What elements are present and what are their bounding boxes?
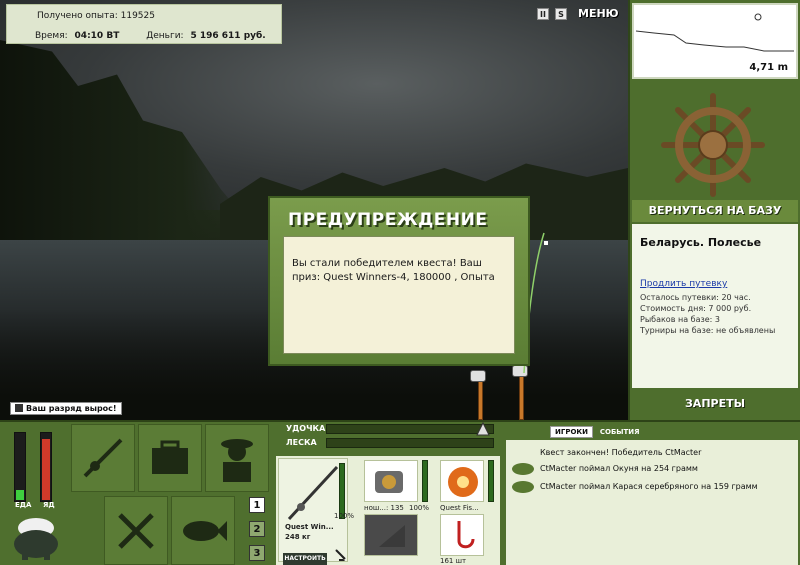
tune-button[interactable]: НАСТРОИТЬ — [283, 553, 327, 565]
base-info-panel: Беларусь. Полесье Продлить путевку Остал… — [632, 224, 798, 388]
bait-card[interactable] — [364, 514, 418, 556]
reel-1-icon — [470, 370, 486, 382]
permit-remaining: Осталось путевки: 20 час. — [640, 293, 751, 302]
line-tension-bar — [326, 438, 494, 448]
rank-toast-text: Ваш разряд вырос! — [26, 404, 117, 413]
line-tension-label: ЛЕСКА — [286, 438, 317, 447]
rod-name: Quest Win... — [285, 523, 334, 531]
event-message: Квест закончен! Победитель CtMacter — [540, 448, 702, 457]
reel-item-icon — [375, 471, 403, 493]
slot-food[interactable] — [104, 496, 168, 565]
arrow-icon — [335, 549, 346, 561]
rod-card[interactable]: Quest Win... 248 кг НАСТРОИТЬ — [278, 458, 348, 565]
warning-dialog[interactable]: ПРЕДУПРЕЖДЕНИЕ Вы стали победителем квес… — [268, 196, 530, 366]
food-meter-fill — [16, 490, 24, 500]
hud-info-panel: Получено опыта: 119525 Время: 04:10 ВТ Д… — [6, 4, 282, 44]
ship-wheel-icon[interactable] — [660, 92, 766, 198]
pause-button[interactable]: II — [537, 8, 549, 20]
sound-button[interactable]: S — [555, 8, 567, 20]
food-meter — [14, 432, 26, 502]
location-title: Беларусь. Полесье — [640, 236, 762, 249]
reel-pct: 100% — [409, 504, 430, 512]
fatigue-meter — [40, 432, 52, 502]
reel-card[interactable] — [364, 460, 418, 502]
line-name: Quest Fis... — [440, 504, 479, 512]
tension-marker-icon — [476, 422, 490, 436]
rod-tension-label: УДОЧКА — [286, 424, 326, 433]
hook-qty: 161 шт — [440, 557, 467, 565]
event-message: CtMacter поймал Окуня на 254 грамм — [540, 464, 698, 473]
fish-event-icon — [512, 463, 534, 475]
time-label: Время: — [35, 31, 68, 41]
menu-button[interactable]: МЕНЮ — [578, 7, 619, 20]
hook-card[interactable] — [440, 514, 484, 556]
hook-icon — [457, 521, 475, 549]
time-value: 04:10 ВТ — [74, 31, 120, 41]
bans-button[interactable]: ЗАПРЕТЫ — [632, 392, 798, 416]
page-1-button[interactable]: 1 — [249, 497, 265, 513]
reel-condition-bar — [422, 460, 428, 502]
rod-1[interactable] — [478, 378, 483, 420]
dialog-title: ПРЕДУПРЕЖДЕНИЕ — [288, 210, 488, 230]
fishing-rod-icon — [83, 438, 123, 478]
depth-chart: 4,71 m — [632, 3, 798, 79]
events-panel: ИГРОКИ СОБЫТИЯ Квест закончен! Победител… — [504, 422, 800, 565]
depth-value: 4,71 m — [749, 62, 788, 73]
food-pot-icon[interactable] — [10, 510, 62, 562]
rod-condition-bar — [339, 463, 345, 519]
extend-permit-link[interactable]: Продлить путевку — [640, 279, 727, 289]
events-feed[interactable]: Квест закончен! Победитель CtMacter CtMa… — [506, 440, 798, 565]
slot-rods[interactable] — [71, 424, 135, 492]
line-card[interactable] — [440, 460, 484, 502]
rod-pct: 100% — [334, 512, 355, 520]
tournaments-status: Турниры на базе: не объявлены — [640, 326, 776, 335]
experience-label: Получено опыта: — [37, 11, 118, 21]
line-spool-icon — [448, 467, 478, 497]
tackle-box-icon — [152, 440, 188, 474]
tab-players[interactable]: ИГРОКИ — [550, 426, 593, 438]
line-condition-bar — [488, 460, 494, 502]
rod-2[interactable] — [519, 372, 524, 420]
fisherman-icon — [221, 439, 253, 482]
reel-name: нош...: 135 — [364, 504, 404, 512]
dialog-message: Вы стали победителем квеста! Ваш приз: Q… — [283, 236, 515, 354]
fishers-on-base: Рыбаков на базе: 3 — [640, 315, 720, 324]
fatigue-label: ЯД — [43, 501, 55, 509]
fish-event-icon — [512, 481, 534, 493]
gear-panel: УДОЧКА ЛЕСКА Quest Win... 248 кг НАСТРОИ… — [276, 422, 500, 565]
fatigue-meter-fill — [42, 439, 50, 500]
money-value: 5 196 611 руб. — [190, 31, 266, 41]
knife-fork-icon — [118, 512, 154, 549]
tab-events[interactable]: СОБЫТИЯ — [596, 427, 644, 437]
slot-tackle-box[interactable] — [138, 424, 202, 492]
return-to-base-button[interactable]: ВЕРНУТЬСЯ НА БАЗУ — [632, 200, 798, 222]
slot-fish-keeper[interactable] — [171, 496, 235, 565]
rod-weight: 248 кг — [285, 533, 311, 541]
event-message: CtMacter поймал Карася серебряного на 15… — [540, 482, 758, 491]
page-3-button[interactable]: 3 — [249, 545, 265, 561]
day-cost: Стоимость дня: 7 000 руб. — [640, 304, 752, 313]
rank-icon — [15, 404, 23, 412]
experience-value: 119525 — [120, 11, 155, 21]
slot-character[interactable] — [205, 424, 269, 492]
page-2-button[interactable]: 2 — [249, 521, 265, 537]
rod-tension-bar — [326, 424, 494, 434]
food-label: ЕДА — [15, 501, 32, 509]
fish-icon — [183, 520, 227, 541]
bait-icon — [379, 525, 405, 547]
rod-item-icon — [287, 465, 339, 521]
money-label: Деньги: — [146, 31, 184, 41]
gear-items: Quest Win... 248 кг НАСТРОИТЬ 100% нош..… — [276, 456, 500, 565]
rank-toast: Ваш разряд вырос! — [10, 402, 122, 415]
